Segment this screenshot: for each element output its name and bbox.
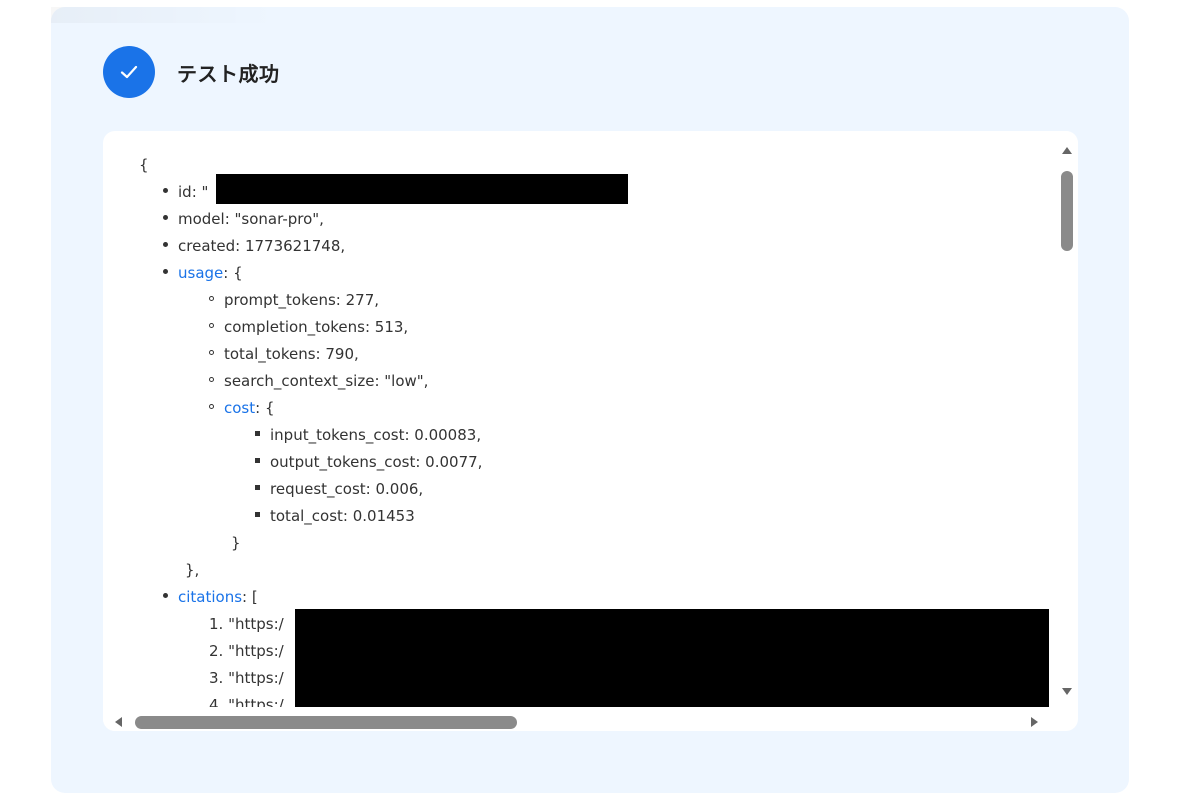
cost-close-brace: } (231, 534, 241, 552)
json-field-citations: citations: [ (163, 584, 258, 611)
json-field-created: created: 1773621748, (163, 233, 345, 260)
bullet (255, 431, 260, 436)
bullet (255, 485, 260, 490)
bullet (209, 404, 214, 409)
check-icon (103, 46, 155, 98)
json-open-brace: { (139, 156, 149, 174)
bullet (209, 323, 214, 328)
bullet (163, 215, 168, 220)
vertical-scroll-thumb[interactable] (1061, 171, 1073, 251)
json-viewer[interactable]: { id: " model: "sonar-pro", created: 177… (103, 131, 1078, 731)
usage-field-cost: cost: { (209, 395, 275, 422)
json-content: { id: " model: "sonar-pro", created: 177… (103, 131, 1055, 707)
horizontal-scroll-thumb[interactable] (135, 716, 517, 729)
citation-item: 3. "https:/ (209, 669, 284, 687)
bullet (163, 188, 168, 193)
citation-item: 4. "https:/ (209, 696, 284, 707)
bullet (255, 458, 260, 463)
usage-close-brace: }, (185, 561, 200, 579)
bullet (163, 593, 168, 598)
json-field-id: id: " (163, 179, 208, 206)
bullet (209, 350, 214, 355)
bullet (209, 296, 214, 301)
redacted-id (216, 174, 628, 204)
cost-item: request_cost: 0.006, (255, 476, 423, 503)
scroll-left-arrow-icon[interactable] (115, 717, 122, 727)
json-field-usage: usage: { (163, 260, 243, 287)
json-field-model: model: "sonar-pro", (163, 206, 324, 233)
citation-item: 1. "https:/ (209, 615, 284, 633)
status-title: テスト成功 (177, 61, 280, 86)
bullet (255, 512, 260, 517)
scroll-up-arrow-icon[interactable] (1062, 147, 1072, 154)
status-header: テスト成功 (103, 46, 280, 98)
usage-item: total_tokens: 790, (209, 341, 359, 368)
horizontal-scrollbar[interactable] (103, 711, 1055, 731)
usage-item: prompt_tokens: 277, (209, 287, 379, 314)
panel-shadow (51, 7, 281, 23)
usage-key-link[interactable]: usage (178, 264, 223, 282)
cost-key-link[interactable]: cost (224, 399, 255, 417)
usage-item: search_context_size: "low", (209, 368, 428, 395)
bullet (163, 242, 168, 247)
cost-item: output_tokens_cost: 0.0077, (255, 449, 482, 476)
cost-item: total_cost: 0.01453 (255, 503, 415, 530)
cost-item: input_tokens_cost: 0.00083, (255, 422, 481, 449)
redacted-citations (295, 609, 1049, 707)
bullet (209, 377, 214, 382)
result-panel: テスト成功 { id: " model: "sonar-pro", create… (51, 7, 1129, 793)
usage-item: completion_tokens: 513, (209, 314, 408, 341)
scroll-down-arrow-icon[interactable] (1062, 688, 1072, 695)
scroll-right-arrow-icon[interactable] (1031, 717, 1038, 727)
vertical-scrollbar[interactable] (1056, 131, 1078, 707)
bullet (163, 269, 168, 274)
citations-key-link[interactable]: citations (178, 588, 242, 606)
citation-item: 2. "https:/ (209, 642, 284, 660)
